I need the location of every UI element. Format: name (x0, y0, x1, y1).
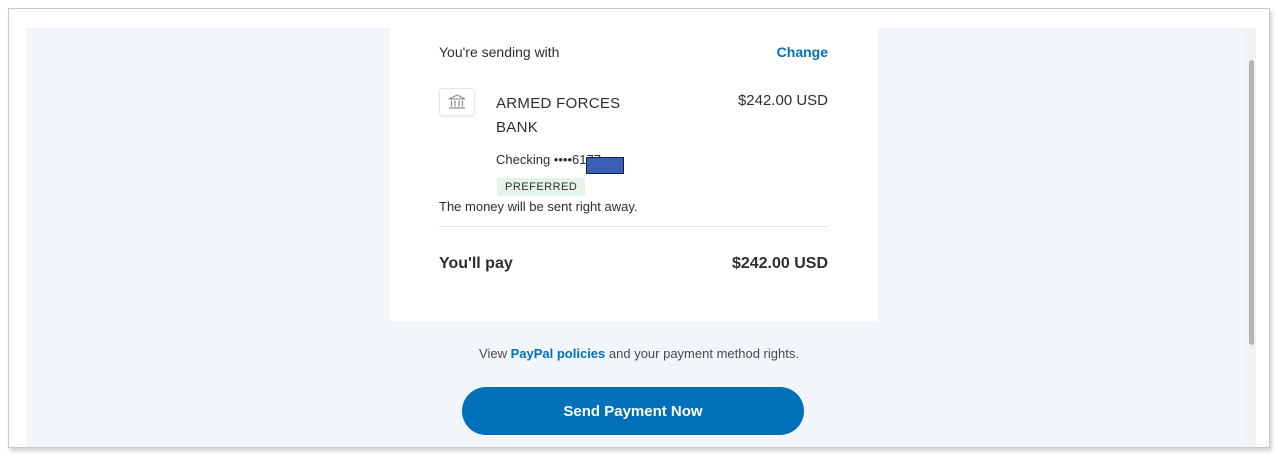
change-link[interactable]: Change (777, 44, 828, 60)
preferred-badge: PREFERRED (497, 178, 586, 196)
bank-name: ARMED FORCES BANK (496, 95, 621, 136)
policies-text: View PayPal policies and your payment me… (0, 346, 1278, 361)
divider (439, 226, 828, 227)
scrollbar-thumb[interactable] (1249, 60, 1254, 345)
payment-amount: $242.00 USD (737, 92, 828, 109)
redaction-box (586, 157, 624, 174)
payment-summary-card: You're sending with Change ARMED FORCES … (390, 28, 878, 321)
paypal-policies-link[interactable]: PayPal policies (511, 346, 606, 361)
sending-with-label: You're sending with (439, 44, 560, 60)
send-payment-button[interactable]: Send Payment Now (462, 387, 804, 435)
sent-note: The money will be sent right away. (439, 199, 638, 214)
policies-suffix: and your payment method rights. (605, 346, 799, 361)
policies-prefix: View (479, 346, 511, 361)
bank-icon (439, 88, 475, 116)
you-pay-amount: $242.00 USD (731, 255, 828, 272)
you-pay-label: You'll pay (439, 255, 513, 272)
